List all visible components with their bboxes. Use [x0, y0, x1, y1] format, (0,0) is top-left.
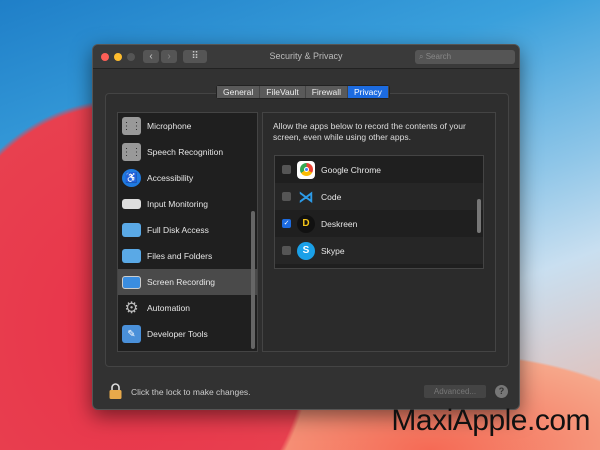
app-name: Google Chrome	[321, 164, 382, 175]
help-button[interactable]: ?	[495, 385, 508, 398]
tab-firewall[interactable]: Firewall	[305, 86, 348, 98]
folder-icon	[122, 249, 141, 263]
app-checkbox[interactable]	[282, 246, 291, 255]
title-bar: ‹ › ⠿ Security & Privacy ⌕ Search	[93, 45, 519, 69]
lock-message: Click the lock to make changes.	[131, 387, 251, 397]
app-checkbox[interactable]: ✓	[282, 219, 291, 228]
search-placeholder: Search	[425, 52, 452, 61]
accessibility-icon: ♿	[122, 169, 141, 187]
sidebar-item-label: Full Disk Access	[147, 225, 209, 235]
sidebar-item-label: Accessibility	[147, 173, 194, 183]
watermark: MaxiApple.com	[391, 404, 590, 437]
sidebar-item-automation[interactable]: ⚙ Automation	[118, 295, 257, 321]
waveform-icon: ⋮⋮	[122, 143, 142, 161]
gear-icon: ⚙	[124, 300, 139, 317]
app-list-scrollbar[interactable]	[477, 199, 481, 233]
sidebar-item-label: Screen Recording	[147, 277, 216, 287]
app-name: Code	[321, 191, 342, 202]
panel-description: Allow the apps below to record the conte…	[273, 121, 466, 142]
chrome-icon	[297, 160, 315, 179]
advanced-button[interactable]: Advanced...	[424, 385, 486, 398]
sidebar-item-full-disk-access[interactable]: Full Disk Access	[118, 217, 257, 243]
app-checkbox[interactable]	[282, 165, 291, 174]
search-input[interactable]: ⌕ Search	[415, 50, 515, 64]
app-name: Skype	[321, 245, 345, 256]
app-row-google-chrome: Google Chrome	[275, 156, 483, 183]
sidebar-item-label: Microphone	[147, 121, 192, 131]
tab-bar: General FileVault Firewall Privacy	[216, 85, 390, 99]
lock-icon[interactable]	[109, 383, 122, 399]
waveform-icon: ⋮⋮	[122, 117, 142, 135]
sidebar-item-screen-recording[interactable]: Screen Recording	[118, 269, 257, 295]
screen-recording-panel: Allow the apps below to record the conte…	[262, 112, 496, 352]
sidebar-item-accessibility[interactable]: ♿ Accessibility	[118, 165, 257, 191]
app-row-deskreen: ✓ D Deskreen	[275, 210, 483, 237]
app-name: Deskreen	[321, 218, 358, 229]
tab-general[interactable]: General	[217, 86, 261, 98]
sidebar-scrollbar[interactable]	[251, 211, 255, 349]
tab-privacy[interactable]: Privacy	[347, 86, 389, 98]
app-list: Google Chrome ⋊ Code ✓ D Deskreen S Skype	[274, 155, 484, 269]
skype-icon: S	[297, 241, 315, 260]
tools-icon: ✎	[122, 325, 141, 343]
sidebar-item-label: Speech Recognition	[147, 147, 224, 157]
vscode-icon: ⋊	[298, 188, 314, 206]
keyboard-icon	[122, 199, 141, 209]
app-row-skype: S Skype	[275, 237, 483, 264]
sidebar-item-developer-tools[interactable]: ✎ Developer Tools	[118, 321, 257, 347]
privacy-category-list: ⋮⋮ Microphone ⋮⋮ Speech Recognition ♿ Acces…	[117, 112, 258, 352]
sidebar-item-input-monitoring[interactable]: Input Monitoring	[118, 191, 257, 217]
sidebar-item-files-and-folders[interactable]: Files and Folders	[118, 243, 257, 269]
search-icon: ⌕	[419, 52, 426, 61]
sidebar-item-label: Input Monitoring	[147, 199, 208, 209]
display-icon	[122, 275, 141, 289]
tab-filevault[interactable]: FileVault	[260, 86, 306, 98]
sidebar-item-label: Developer Tools	[147, 329, 208, 339]
sidebar-item-speech-recognition[interactable]: ⋮⋮ Speech Recognition	[118, 139, 257, 165]
sidebar-item-microphone[interactable]: ⋮⋮ Microphone	[118, 113, 257, 139]
app-row-code: ⋊ Code	[275, 183, 483, 210]
deskreen-icon: D	[297, 214, 315, 233]
security-privacy-window: ‹ › ⠿ Security & Privacy ⌕ Search Genera…	[92, 44, 520, 410]
folder-icon	[122, 223, 141, 237]
app-checkbox[interactable]	[282, 192, 291, 201]
sidebar-item-label: Automation	[147, 303, 190, 313]
sidebar-item-label: Files and Folders	[147, 251, 213, 261]
